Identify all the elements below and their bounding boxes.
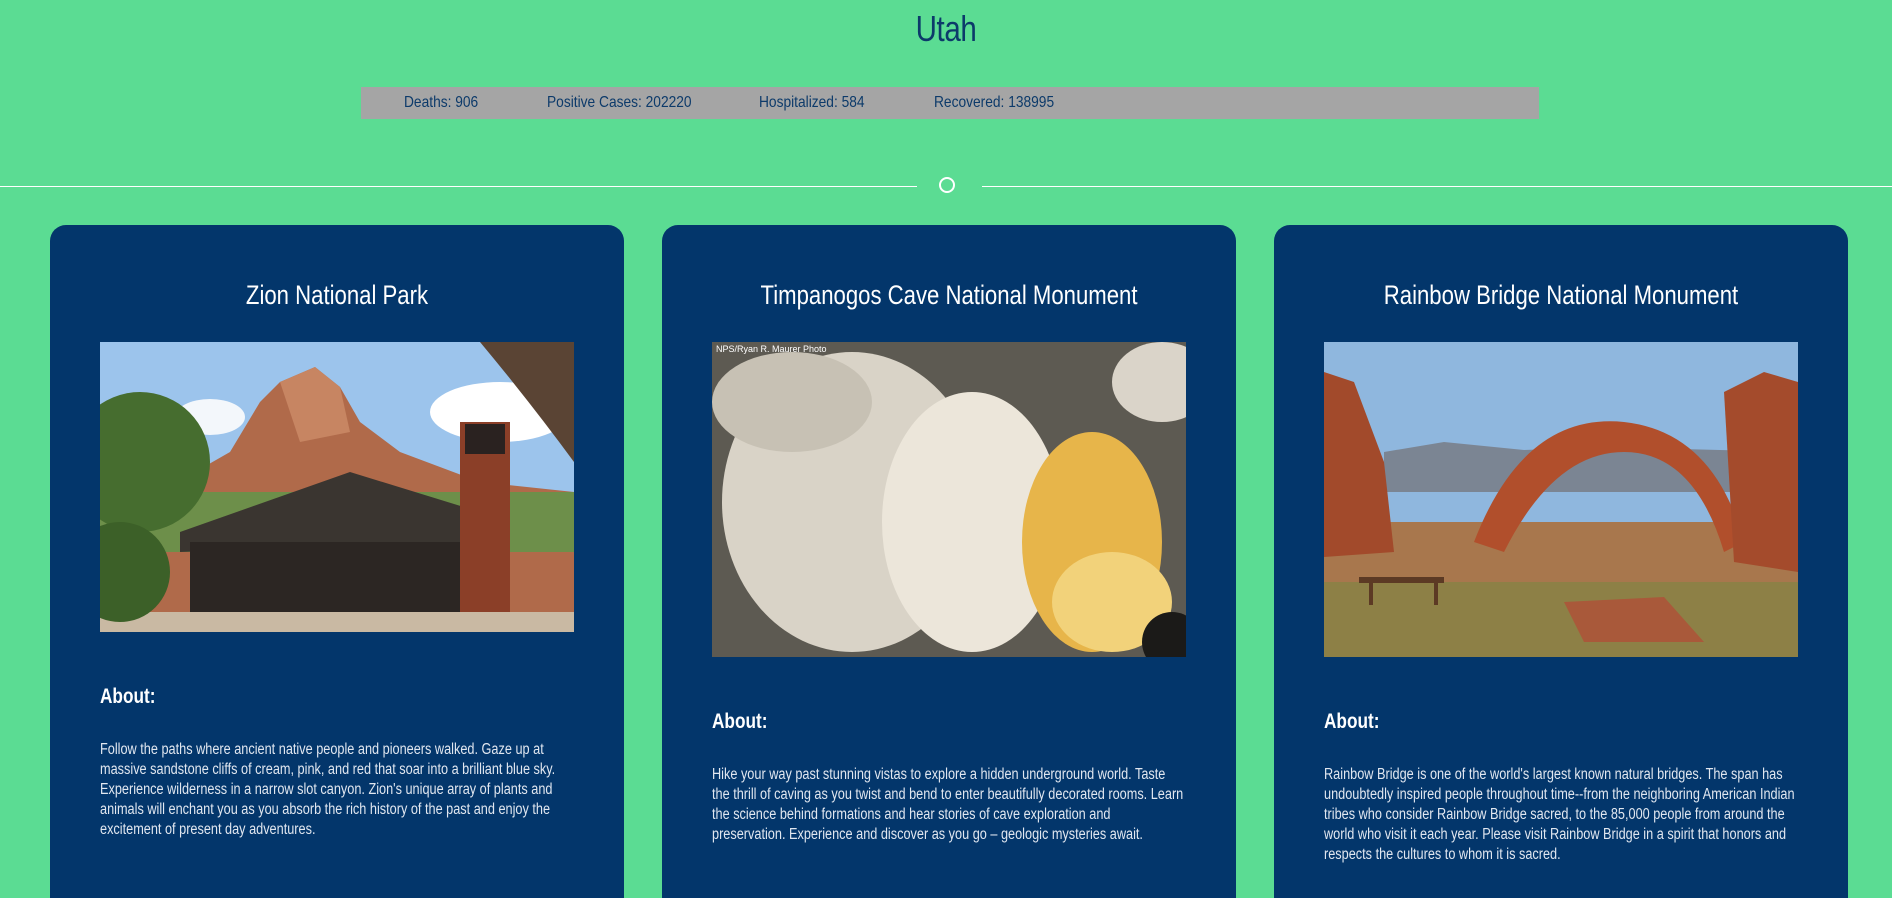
page-title: Utah xyxy=(915,8,977,49)
park-card-timpanogos[interactable]: Timpanogos Cave National Monument NPS/Ry… xyxy=(662,225,1236,898)
park-title: Rainbow Bridge National Monument xyxy=(1383,280,1739,310)
page: Utah Deaths: 906 Positive Cases: 202220 … xyxy=(0,0,1892,898)
divider-right xyxy=(982,186,1892,187)
about-label: About: xyxy=(712,710,768,733)
about-text: Hike your way past stunning vistas to ex… xyxy=(712,766,1184,843)
stat-positive-cases: Positive Cases: 202220 xyxy=(547,94,692,111)
park-title: Zion National Park xyxy=(245,280,429,310)
divider-circle-icon xyxy=(939,177,955,193)
park-photo-timpanogos: NPS/Ryan R. Maurer Photo xyxy=(712,342,1186,657)
about-text: Rainbow Bridge is one of the world's lar… xyxy=(1324,766,1795,863)
about-label: About: xyxy=(1324,710,1380,733)
photo-credit: NPS/Ryan R. Maurer Photo xyxy=(716,344,827,354)
stat-recovered: Recovered: 138995 xyxy=(934,94,1055,111)
divider-left xyxy=(0,186,917,187)
park-card-rainbow-bridge[interactable]: Rainbow Bridge National Monument About: … xyxy=(1274,225,1848,898)
stat-hospitalized: Hospitalized: 584 xyxy=(759,94,865,111)
park-photo-zion xyxy=(100,342,574,632)
about-label: About: xyxy=(100,685,156,708)
park-card-zion[interactable]: Zion National Park About: Follow the pat… xyxy=(50,225,624,898)
about-text: Follow the paths where ancient native pe… xyxy=(100,741,556,838)
covid-stats-bar: Deaths: 906 Positive Cases: 202220 Hospi… xyxy=(361,87,1539,119)
stat-deaths: Deaths: 906 xyxy=(404,94,479,111)
park-title: Timpanogos Cave National Monument xyxy=(760,280,1138,310)
park-photo-rainbow-bridge xyxy=(1324,342,1798,657)
